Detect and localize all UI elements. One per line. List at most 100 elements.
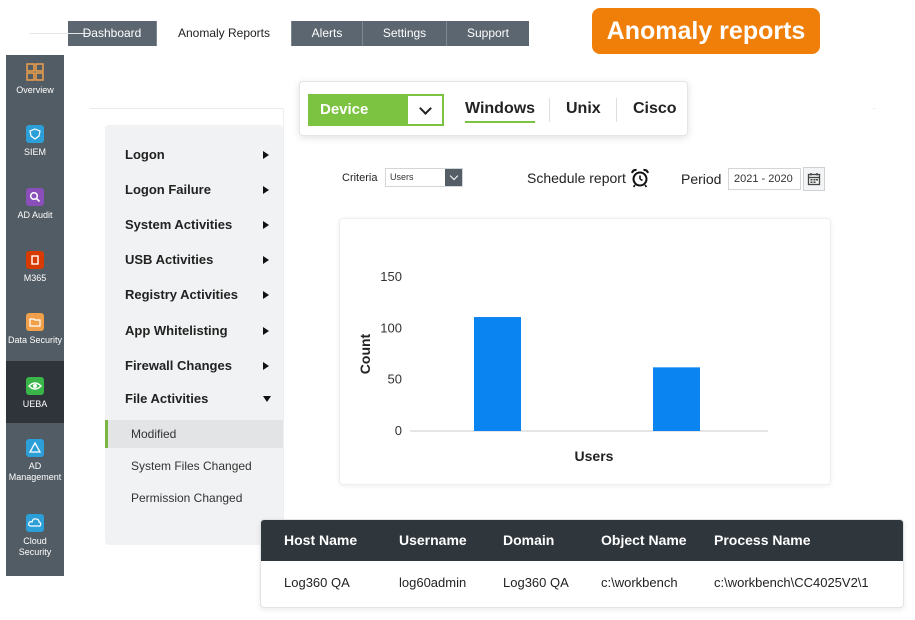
category-logon-failure[interactable]: Logon Failure: [125, 182, 271, 197]
category-file-activities[interactable]: File Activities: [125, 391, 271, 406]
sidebar-label: SIEM: [23, 147, 46, 157]
bar: [653, 367, 700, 431]
caret-down-icon: [263, 395, 271, 402]
schedule-report-label: Schedule report: [527, 170, 626, 186]
sidebar-label: M365: [23, 273, 47, 283]
table-cell: Log360 QA: [503, 575, 569, 590]
tab-alerts[interactable]: Alerts: [292, 21, 363, 46]
table-cell: c:\workbench\CC4025V2\1: [714, 575, 869, 590]
y-tick-label: 50: [388, 372, 402, 387]
sidebar-item-cloud-security[interactable]: Cloud Security: [6, 514, 64, 574]
sub-item-system-files-changed[interactable]: System Files Changed: [105, 452, 283, 480]
criteria-select[interactable]: Users: [385, 168, 463, 187]
tab-cisco[interactable]: Cisco: [633, 100, 677, 118]
sidebar-label: Data Security: [7, 335, 63, 345]
cloud-icon: [26, 514, 44, 532]
category-label: USB Activities: [125, 252, 214, 267]
table-cell: log60admin: [399, 575, 467, 590]
sidebar-item-ueba[interactable]: UEBA: [6, 361, 64, 423]
sidebar-item-m365[interactable]: M365: [6, 251, 64, 299]
sidebar-label: AD Audit: [17, 210, 53, 220]
category-usb-activities[interactable]: USB Activities: [125, 252, 271, 267]
device-dropdown[interactable]: Device: [308, 94, 444, 126]
table-cell: c:\workbench: [601, 575, 678, 590]
caret-right-icon: [263, 361, 269, 370]
office-icon: [26, 251, 44, 269]
shield-icon: [26, 125, 44, 143]
chevron-down-icon: [445, 169, 462, 186]
sidebar-item-overview[interactable]: Overview: [6, 63, 64, 111]
tab-windows[interactable]: Windows: [465, 100, 536, 123]
category-label: App Whitelisting: [125, 323, 228, 338]
tab-separator: [549, 98, 550, 122]
category-registry-activities[interactable]: Registry Activities: [125, 287, 271, 302]
sub-item-permission-changed[interactable]: Permission Changed: [105, 484, 283, 512]
column-header-username[interactable]: Username: [399, 532, 467, 548]
calendar-icon[interactable]: [803, 167, 825, 191]
caret-right-icon: [263, 150, 269, 159]
category-system-activities[interactable]: System Activities: [125, 217, 271, 232]
caret-right-icon: [263, 185, 269, 194]
criteria-value: Users: [390, 172, 414, 182]
category-label: Registry Activities: [125, 287, 238, 302]
device-dropdown-label: Device: [320, 101, 369, 118]
caret-right-icon: [263, 220, 269, 229]
y-tick-label: 150: [380, 269, 402, 284]
grid-icon: [26, 63, 44, 81]
caret-right-icon: [263, 255, 269, 264]
sidebar-label: AD Management: [8, 461, 62, 482]
bar: [474, 317, 521, 431]
category-app-whitelisting[interactable]: App Whitelisting: [125, 323, 271, 338]
chevron-down-icon: [408, 96, 442, 124]
frame-divider: [30, 33, 90, 34]
category-firewall-changes[interactable]: Firewall Changes: [125, 358, 271, 373]
column-header-domain[interactable]: Domain: [503, 532, 554, 548]
sidebar-label: UEBA: [22, 399, 48, 409]
anomaly-reports-badge: Anomaly reports: [592, 8, 820, 54]
sub-item-modified[interactable]: Modified: [105, 420, 283, 448]
report-category-menu: Logon Logon Failure System Activities US…: [105, 125, 283, 545]
sidebar-item-ad-audit[interactable]: AD Audit: [6, 188, 64, 236]
top-tab-bar: Dashboard Anomaly Reports Alerts Setting…: [68, 21, 529, 46]
criteria-label: Criteria: [342, 172, 378, 184]
sidebar-item-ad-management[interactable]: AD Management: [6, 439, 64, 499]
category-label: File Activities: [125, 391, 209, 406]
search-icon: [26, 188, 44, 206]
tab-anomaly-reports[interactable]: Anomaly Reports: [157, 21, 292, 46]
tab-separator: [616, 98, 617, 122]
column-header-object-name[interactable]: Object Name: [601, 532, 687, 548]
tab-settings[interactable]: Settings: [363, 21, 447, 46]
sidebar-label: Overview: [16, 85, 54, 95]
product-sidebar: Overview SIEM AD Audit M365 Data Securit…: [6, 55, 64, 576]
table-cell: Log360 QA: [284, 575, 350, 590]
sidebar-label: Cloud Security: [18, 536, 52, 557]
x-axis-label: Users: [575, 448, 614, 464]
y-axis-label: Count: [357, 333, 373, 374]
category-label: Logon Failure: [125, 182, 211, 197]
column-header-process-name[interactable]: Process Name: [714, 532, 811, 548]
bar-chart: 0 50 100 150 Users Count: [357, 269, 768, 464]
period-field[interactable]: 2021 - 2020: [728, 168, 801, 190]
category-label: Logon: [125, 147, 165, 162]
pyramid-icon: [26, 439, 44, 457]
column-header-host-name[interactable]: Host Name: [284, 532, 357, 548]
chart-card: 0 50 100 150 Users Count: [339, 218, 831, 485]
category-logon[interactable]: Logon: [125, 147, 271, 162]
eye-icon: [26, 377, 44, 395]
y-tick-label: 0: [395, 423, 402, 438]
table-header: Host Name Username Domain Object Name Pr…: [261, 520, 903, 561]
category-label: System Activities: [125, 217, 233, 232]
period-label: Period: [681, 171, 722, 187]
tab-unix[interactable]: Unix: [566, 100, 601, 118]
os-selector-bar: Device Windows Unix Cisco: [299, 81, 688, 136]
tab-support[interactable]: Support: [447, 21, 529, 46]
category-label: Firewall Changes: [125, 358, 232, 373]
caret-right-icon: [263, 290, 269, 299]
sidebar-item-siem[interactable]: SIEM: [6, 125, 64, 173]
results-table: Host Name Username Domain Object Name Pr…: [260, 519, 904, 608]
y-tick-label: 100: [380, 320, 402, 335]
caret-right-icon: [263, 326, 269, 335]
folder-lock-icon: [26, 313, 44, 331]
alarm-clock-icon[interactable]: [630, 168, 650, 188]
sidebar-item-data-security[interactable]: Data Security: [6, 313, 64, 361]
